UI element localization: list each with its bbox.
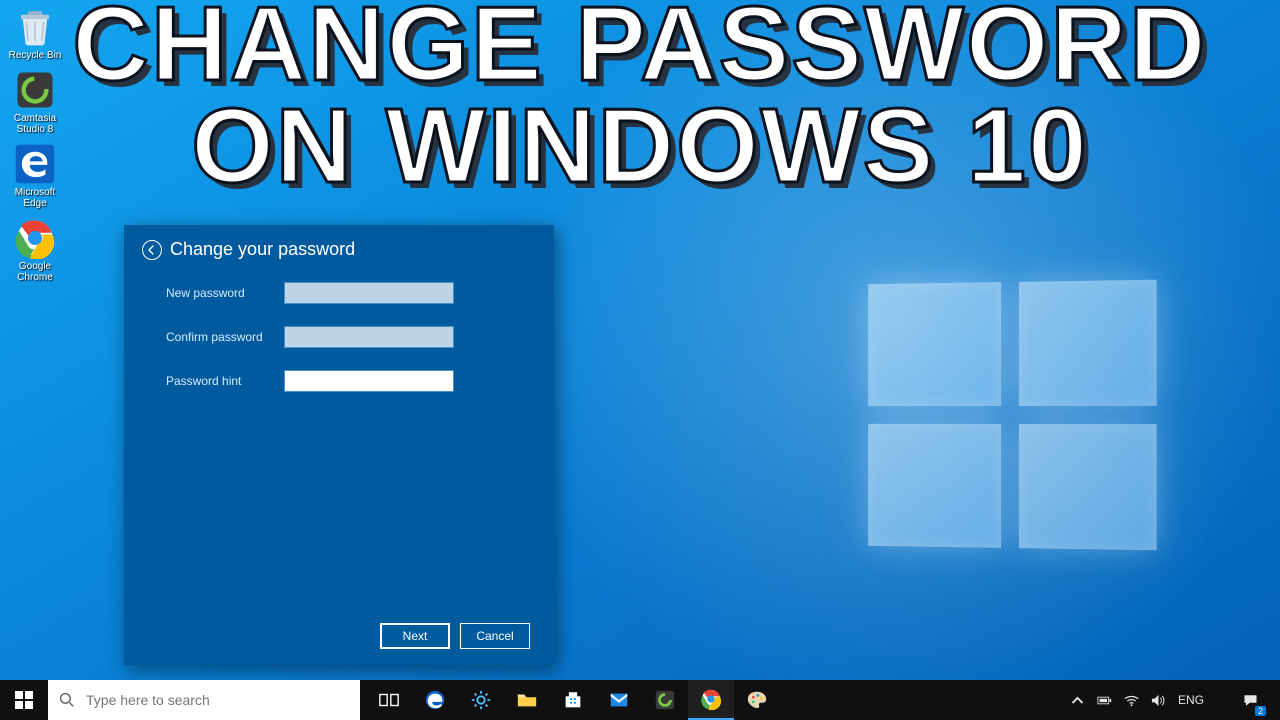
taskbar: ENG 2 <box>0 680 1280 720</box>
taskbar-camtasia[interactable] <box>642 680 688 720</box>
edge-icon <box>14 143 56 185</box>
camtasia-icon <box>14 69 56 111</box>
search-icon <box>48 692 86 708</box>
action-center-button[interactable]: 2 <box>1228 680 1272 720</box>
folder-icon <box>516 689 538 711</box>
taskbar-pinned-apps <box>366 680 780 720</box>
desktop-icon-chrome[interactable]: Google Chrome <box>4 217 66 283</box>
palette-icon <box>746 689 768 711</box>
desktop-icon-label: Microsoft Edge <box>4 187 66 209</box>
tray-language[interactable]: ENG <box>1178 693 1204 707</box>
wifi-icon <box>1124 693 1139 708</box>
search-input[interactable] <box>86 680 360 720</box>
system-tray: ENG 2 <box>1062 680 1280 720</box>
desktop-icon-label: Recycle Bin <box>4 50 66 61</box>
taskbar-chrome[interactable] <box>688 680 734 720</box>
windows-start-icon <box>15 691 33 709</box>
taskbar-search[interactable] <box>48 680 360 720</box>
task-view-button[interactable] <box>366 680 412 720</box>
start-button[interactable] <box>0 680 48 720</box>
password-hint-input[interactable] <box>284 370 454 392</box>
edge-icon <box>424 689 446 711</box>
desktop-icon-recycle-bin[interactable]: Recycle Bin <box>4 6 66 61</box>
chrome-icon <box>700 688 722 710</box>
gear-icon <box>470 689 492 711</box>
speaker-icon <box>1151 693 1166 708</box>
mail-icon <box>608 689 630 711</box>
tray-wifi[interactable] <box>1124 693 1139 708</box>
tray-volume[interactable] <box>1151 693 1166 708</box>
taskbar-fileexplorer[interactable] <box>504 680 550 720</box>
tutorial-title-overlay: CHANGE PASSWORD ON WINDOWS 10 <box>0 0 1280 198</box>
cancel-button[interactable]: Cancel <box>460 623 530 649</box>
password-hint-label: Password hint <box>166 374 284 388</box>
taskbar-paint[interactable] <box>734 680 780 720</box>
taskbar-settings[interactable] <box>458 680 504 720</box>
confirm-password-label: Confirm password <box>166 330 284 344</box>
store-icon <box>562 689 584 711</box>
camtasia-icon <box>654 689 676 711</box>
confirm-password-input[interactable] <box>284 326 454 348</box>
dialog-title: Change your password <box>170 239 355 260</box>
new-password-label: New password <box>166 286 284 300</box>
desktop-icon-label: Google Chrome <box>4 261 66 283</box>
taskbar-store[interactable] <box>550 680 596 720</box>
chevron-up-icon <box>1070 693 1085 708</box>
arrow-left-icon <box>147 245 157 255</box>
battery-icon <box>1097 693 1112 708</box>
desktop-icon-edge[interactable]: Microsoft Edge <box>4 143 66 209</box>
back-button[interactable] <box>142 240 162 260</box>
wallpaper-windows-logo <box>868 280 1156 551</box>
tray-battery[interactable] <box>1097 693 1112 708</box>
new-password-input[interactable] <box>284 282 454 304</box>
change-password-dialog: Change your password New password Confir… <box>124 225 554 665</box>
chrome-icon <box>14 217 56 259</box>
next-button[interactable]: Next <box>380 623 450 649</box>
notification-badge: 2 <box>1255 706 1266 716</box>
tray-expand[interactable] <box>1070 693 1085 708</box>
task-view-icon <box>378 689 400 711</box>
desktop-icon-label: Camtasia Studio 8 <box>4 113 66 135</box>
taskbar-mail[interactable] <box>596 680 642 720</box>
desktop-icon-camtasia[interactable]: Camtasia Studio 8 <box>4 69 66 135</box>
desktop-icons-column: Recycle Bin Camtasia Studio 8 Microsoft … <box>4 6 66 291</box>
taskbar-edge[interactable] <box>412 680 458 720</box>
recycle-bin-icon <box>14 6 56 48</box>
